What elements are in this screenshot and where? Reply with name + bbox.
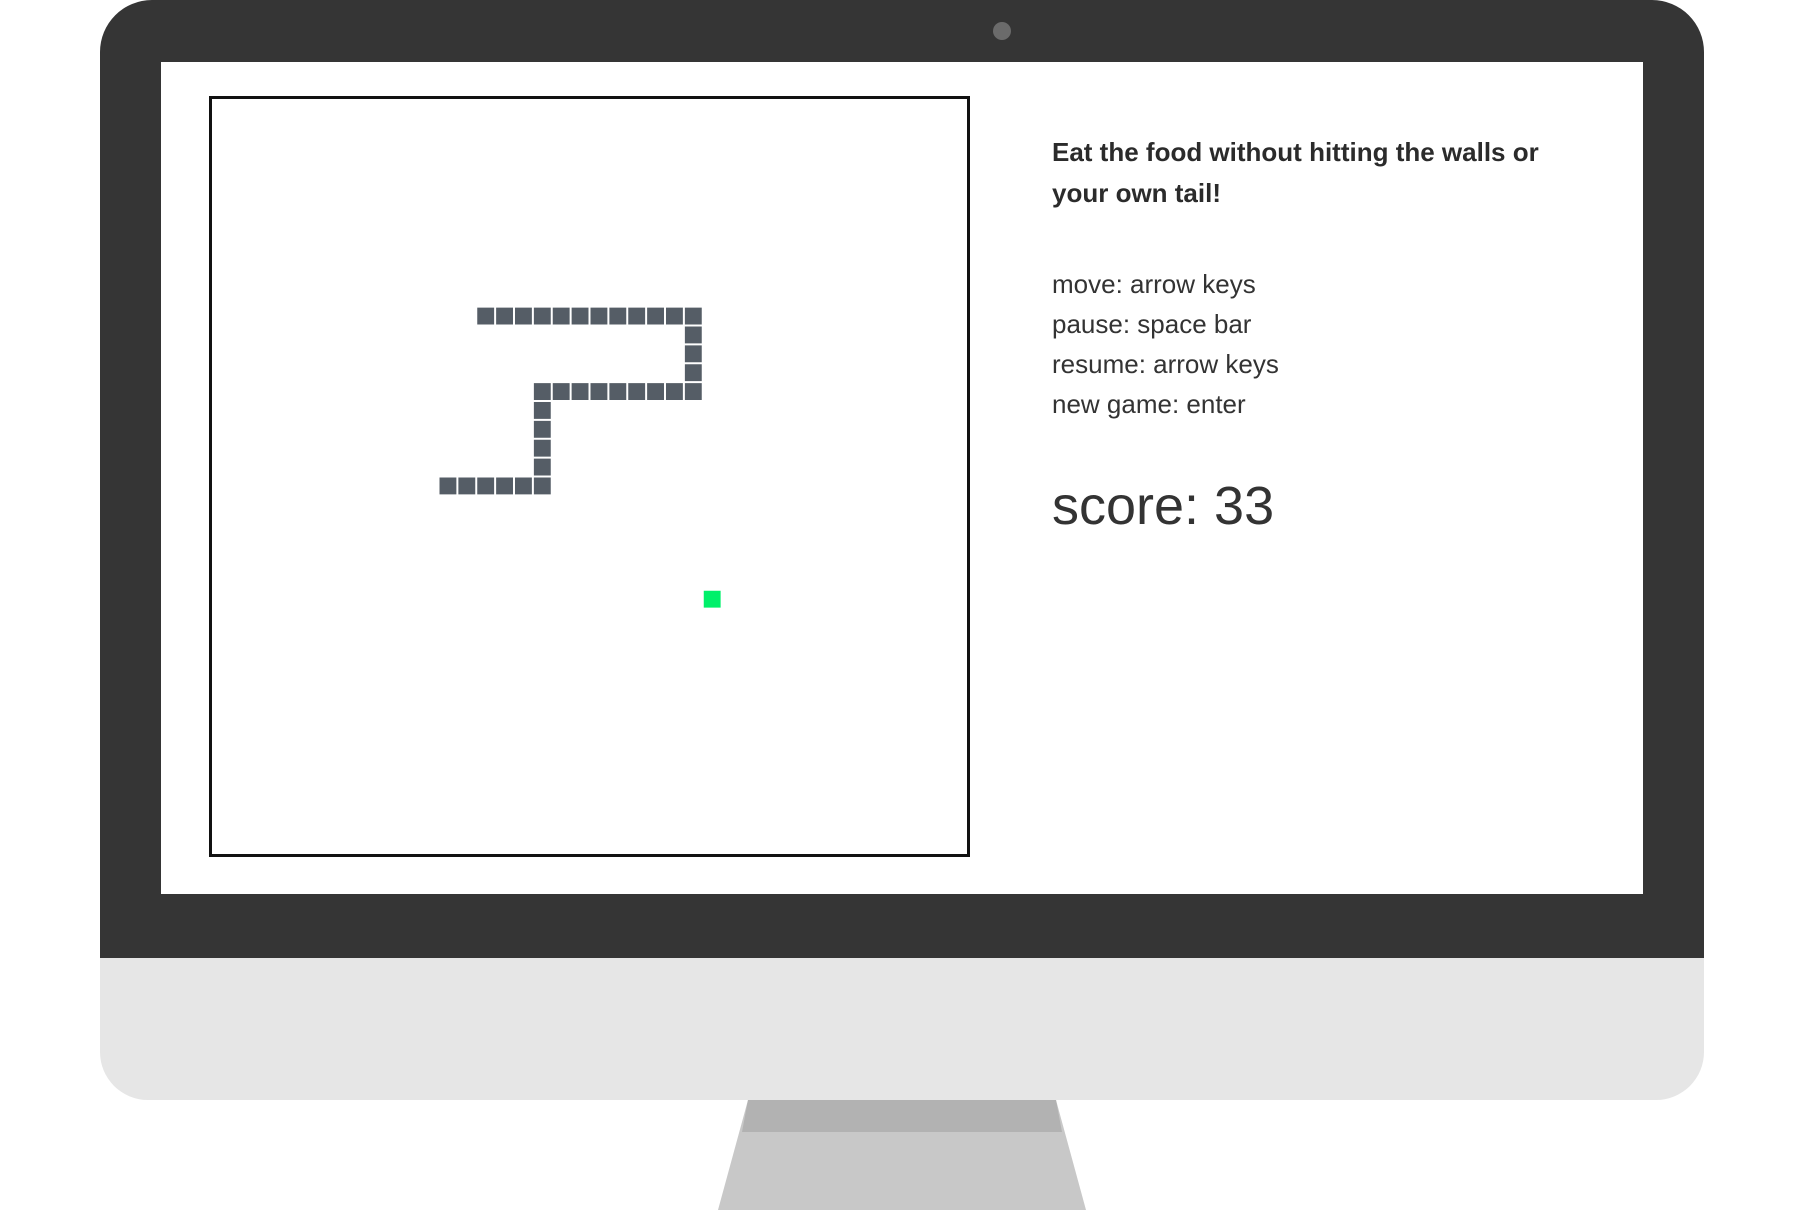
imac-frame: Eat the food without hitting the walls o… <box>0 0 1800 1210</box>
control-move: move: arrow keys <box>1052 269 1256 299</box>
snake-segment <box>590 307 608 325</box>
game-canvas <box>439 307 721 608</box>
snake-segment <box>533 439 551 457</box>
control-new-game: new game: enter <box>1052 389 1246 419</box>
snake-segment <box>609 307 627 325</box>
snake-segment <box>439 477 457 495</box>
snake-segment <box>552 307 570 325</box>
snake-segment <box>684 345 702 363</box>
snake-segment <box>515 307 532 325</box>
camera-icon <box>993 22 1011 40</box>
snake-segment <box>533 477 551 495</box>
snake-segment <box>533 420 551 438</box>
food-pellet <box>703 590 721 608</box>
snake-segment <box>515 477 532 495</box>
control-resume: resume: arrow keys <box>1052 349 1279 379</box>
info-panel: Eat the food without hitting the walls o… <box>1052 132 1572 538</box>
score-display: score: 33 <box>1052 476 1275 536</box>
monitor-stand <box>718 1100 1086 1210</box>
snake-segment <box>666 383 683 400</box>
snake-segment <box>609 383 627 400</box>
snake-segment <box>533 458 551 476</box>
snake-segment <box>496 307 513 325</box>
snake-segment <box>477 477 495 495</box>
instructions-headline: Eat the food without hitting the walls o… <box>1052 137 1539 208</box>
snake-segment <box>647 383 664 400</box>
snake-segment <box>628 307 646 325</box>
snake-segment <box>684 326 702 344</box>
snake-segment <box>666 307 683 325</box>
snake-segment <box>590 383 608 400</box>
snake-segment <box>571 383 589 400</box>
snake-segment <box>628 383 646 400</box>
snake-segment <box>533 402 551 419</box>
game-board[interactable] <box>209 96 970 857</box>
snake-segment <box>533 383 551 400</box>
snake-segment <box>458 477 476 495</box>
snake-segment <box>496 477 513 495</box>
snake-head <box>477 307 495 325</box>
snake-segment <box>684 307 702 325</box>
snake-segment <box>552 383 570 400</box>
monitor-chin <box>100 958 1704 1100</box>
controls-list: move: arrow keys pause: space bar resume… <box>1052 264 1572 424</box>
snake-segment <box>571 307 589 325</box>
snake-segment <box>684 383 702 400</box>
snake-segment <box>647 307 664 325</box>
screen: Eat the food without hitting the walls o… <box>161 62 1643 894</box>
control-pause: pause: space bar <box>1052 309 1252 339</box>
snake-segment <box>684 364 702 382</box>
snake-segment <box>533 307 551 325</box>
